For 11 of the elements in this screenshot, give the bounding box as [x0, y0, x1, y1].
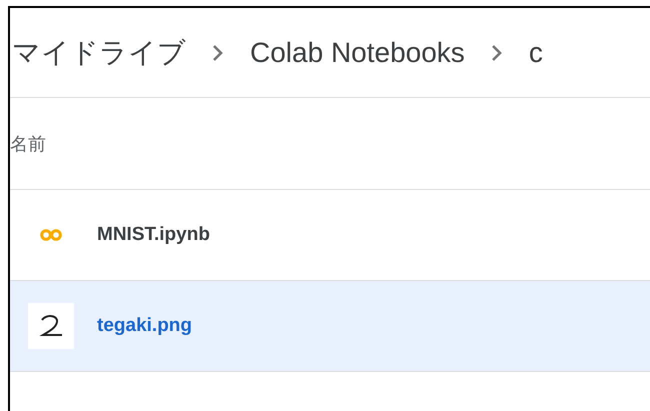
file-name: tegaki.png — [97, 315, 192, 337]
breadcrumb-item[interactable]: マイドライブ — [12, 34, 186, 72]
file-name: MNIST.ipynb — [97, 224, 210, 246]
breadcrumb-item[interactable]: Colab Notebooks — [250, 36, 465, 68]
breadcrumb-item[interactable]: c — [528, 36, 543, 68]
file-row[interactable]: tegaki.png — [10, 281, 650, 372]
chevron-right-icon — [212, 44, 224, 62]
column-header[interactable]: 名前 — [10, 132, 46, 156]
image-thumbnail — [28, 303, 74, 349]
colab-icon — [40, 229, 62, 241]
chevron-right-icon — [490, 44, 503, 62]
